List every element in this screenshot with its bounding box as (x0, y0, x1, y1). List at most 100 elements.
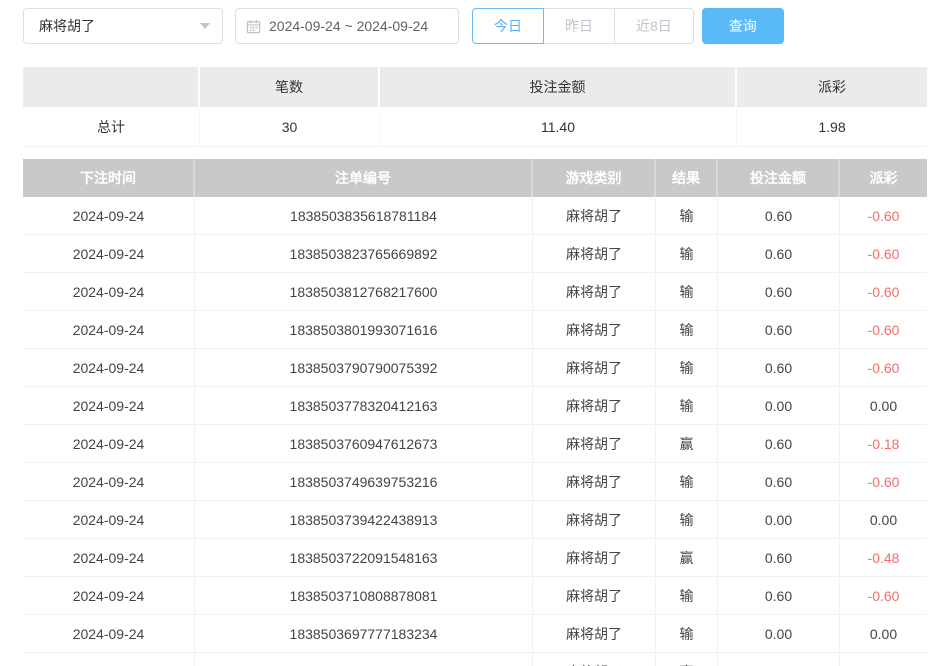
summary-header-bet-amount: 投注金额 (380, 67, 737, 107)
payout-cell: 0.00 (840, 501, 927, 539)
yesterday-button[interactable]: 昨日 (543, 8, 615, 44)
summary-header-count: 笔数 (200, 67, 380, 107)
game-type-cell: 麻将胡了 (533, 539, 656, 577)
result-cell: 输 (656, 197, 718, 235)
payout-cell (840, 653, 927, 666)
bet-table-body: 2024-09-241838503835618781184麻将胡了输0.60-0… (23, 197, 927, 666)
column-header-game-type: 游戏类别 (533, 159, 656, 197)
bet-amount-cell: 0.60 (718, 349, 840, 387)
table-row: 2024-09-241838503790790075392麻将胡了输0.60-0… (23, 349, 927, 387)
column-header-bet-time: 下注时间 (23, 159, 195, 197)
bet-id-cell: 1838503749639753216 (195, 463, 533, 501)
column-header-payout: 派彩 (840, 159, 927, 197)
summary-header-payout: 派彩 (737, 67, 927, 107)
game-type-cell: 麻将胡了 (533, 615, 656, 653)
game-type-cell: 麻将胡了 (533, 577, 656, 615)
bet-id-cell: 1838503739422438913 (195, 501, 533, 539)
game-type-cell: 麻将胡了 (533, 311, 656, 349)
column-header-bet-id: 注单编号 (195, 159, 533, 197)
game-type-cell: 麻将胡了 (533, 235, 656, 273)
result-cell: 赢 (656, 425, 718, 463)
payout-cell: -0.60 (840, 311, 927, 349)
result-cell: 输 (656, 273, 718, 311)
bet-id-cell: 1838503801993071616 (195, 311, 533, 349)
bet-amount-cell: 0.60 (718, 197, 840, 235)
payout-cell: 0.00 (840, 615, 927, 653)
bet-time-cell: 2024-09-24 (23, 539, 195, 577)
bet-time-cell: 2024-09-24 (23, 577, 195, 615)
game-type-cell: 麻将胡了 (533, 349, 656, 387)
bet-time-cell: 2024-09-24 (23, 273, 195, 311)
game-type-cell: 麻将胡了 (533, 273, 656, 311)
bet-id-cell: 1838503790790075392 (195, 349, 533, 387)
bet-id-cell: 1838503835618781184 (195, 197, 533, 235)
bet-amount-cell: 0.60 (718, 577, 840, 615)
payout-cell: -0.48 (840, 539, 927, 577)
table-row: 2024-09-241838503710808878081麻将胡了输0.60-0… (23, 577, 927, 615)
game-type-cell: 麻将胡了 (533, 387, 656, 425)
today-button[interactable]: 今日 (472, 8, 544, 44)
summary-total-bet-amount: 11.40 (380, 107, 737, 147)
bet-amount-cell (718, 653, 840, 666)
bet-id-cell: 1838503778320412163 (195, 387, 533, 425)
date-range-input[interactable]: 2024-09-24 ~ 2024-09-24 (235, 8, 459, 44)
bet-amount-cell: 0.60 (718, 463, 840, 501)
summary-total-payout: 1.98 (737, 107, 927, 147)
table-row: 麻将胡了赢 (23, 653, 927, 666)
game-type-cell: 麻将胡了 (533, 425, 656, 463)
table-row: 2024-09-241838503697777183234麻将胡了输0.000.… (23, 615, 927, 653)
bet-amount-cell: 0.60 (718, 425, 840, 463)
bet-id-cell: 1838503697777183234 (195, 615, 533, 653)
result-cell: 赢 (656, 653, 718, 666)
column-header-result: 结果 (656, 159, 718, 197)
table-row: 2024-09-241838503823765669892麻将胡了输0.60-0… (23, 235, 927, 273)
bet-amount-cell: 0.60 (718, 235, 840, 273)
bet-records-table: 下注时间 注单编号 游戏类别 结果 投注金额 派彩 2024-09-241838… (23, 159, 927, 666)
query-button[interactable]: 查询 (702, 8, 784, 44)
summary-header-row: 笔数 投注金额 派彩 (23, 67, 927, 107)
bet-amount-cell: 0.00 (718, 615, 840, 653)
table-row: 2024-09-241838503835618781184麻将胡了输0.60-0… (23, 197, 927, 235)
summary-total-row: 总计 30 11.40 1.98 (23, 107, 927, 147)
bet-table-header-row: 下注时间 注单编号 游戏类别 结果 投注金额 派彩 (23, 159, 927, 197)
game-type-cell: 麻将胡了 (533, 653, 656, 666)
payout-cell: -0.60 (840, 235, 927, 273)
table-row: 2024-09-241838503722091548163麻将胡了赢0.60-0… (23, 539, 927, 577)
payout-cell: -0.60 (840, 349, 927, 387)
payout-cell: 0.00 (840, 387, 927, 425)
last-8-days-button[interactable]: 近8日 (614, 8, 694, 44)
bet-id-cell: 1838503760947612673 (195, 425, 533, 463)
bet-amount-cell: 0.00 (718, 387, 840, 425)
bet-amount-cell: 0.60 (718, 273, 840, 311)
result-cell: 赢 (656, 539, 718, 577)
game-select[interactable]: 麻将胡了 (23, 8, 223, 44)
bet-time-cell: 2024-09-24 (23, 235, 195, 273)
result-cell: 输 (656, 577, 718, 615)
summary-total-label: 总计 (23, 107, 200, 147)
game-type-cell: 麻将胡了 (533, 501, 656, 539)
bet-time-cell: 2024-09-24 (23, 349, 195, 387)
table-row: 2024-09-241838503749639753216麻将胡了输0.60-0… (23, 463, 927, 501)
result-cell: 输 (656, 615, 718, 653)
bet-id-cell: 1838503722091548163 (195, 539, 533, 577)
bet-time-cell: 2024-09-24 (23, 501, 195, 539)
result-cell: 输 (656, 235, 718, 273)
bet-time-cell: 2024-09-24 (23, 387, 195, 425)
quick-date-button-group: 今日 昨日 近8日 (472, 8, 694, 44)
bet-time-cell: 2024-09-24 (23, 311, 195, 349)
result-cell: 输 (656, 501, 718, 539)
summary-table: 笔数 投注金额 派彩 总计 30 11.40 1.98 (23, 67, 927, 147)
table-row: 2024-09-241838503739422438913麻将胡了输0.000.… (23, 501, 927, 539)
payout-cell: -0.60 (840, 273, 927, 311)
payout-cell: -0.60 (840, 577, 927, 615)
summary-total-count: 30 (200, 107, 380, 147)
bet-amount-cell: 0.60 (718, 311, 840, 349)
bet-amount-cell: 0.00 (718, 501, 840, 539)
payout-cell: -0.18 (840, 425, 927, 463)
calendar-icon (246, 19, 261, 34)
bet-id-cell (195, 653, 533, 666)
summary-header-empty (23, 67, 200, 107)
bet-time-cell: 2024-09-24 (23, 615, 195, 653)
bet-time-cell (23, 653, 195, 666)
column-header-bet-amount: 投注金额 (718, 159, 840, 197)
